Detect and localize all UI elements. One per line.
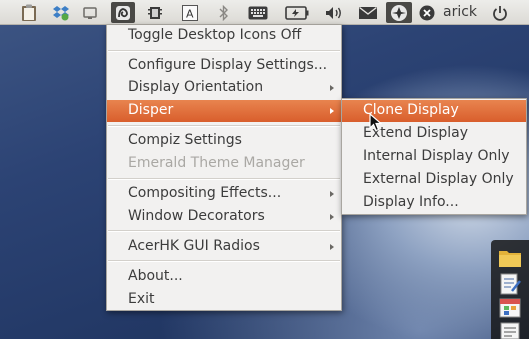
submenu-arrow-icon (330, 108, 334, 114)
text-document-icon[interactable] (498, 322, 522, 343)
screen-icon[interactable] (80, 2, 100, 23)
system-tray-icon[interactable] (111, 2, 135, 23)
menu-item-compositing-effects[interactable]: Compositing Effects... (107, 183, 341, 205)
system-tray-menu: Toggle Desktop Icons Off Configure Displ… (106, 25, 342, 311)
menu-separator (108, 50, 340, 52)
power-icon[interactable] (489, 2, 511, 23)
submenu-item-label: Internal Display Only (363, 148, 510, 164)
svg-text:A: A (186, 7, 194, 20)
menu-item-acerhk-gui-radios[interactable]: AcerHK GUI Radios (107, 236, 341, 258)
chip-icon[interactable] (145, 2, 165, 23)
menu-item-label: AcerHK GUI Radios (128, 238, 260, 254)
clipboard-icon[interactable] (18, 2, 40, 23)
gnome-do-icon[interactable] (386, 2, 412, 23)
menu-item-configure-display[interactable]: Configure Display Settings... (107, 55, 341, 77)
mouse-cursor-icon (369, 112, 383, 136)
menu-item-label: Compositing Effects... (128, 185, 282, 201)
spreadsheet-icon[interactable] (498, 298, 522, 322)
volume-icon[interactable] (322, 2, 346, 23)
menu-item-label: Exit (128, 291, 155, 307)
menu-item-label: Toggle Desktop Icons Off (128, 27, 302, 43)
submenu-item-label: Display Info... (363, 194, 459, 210)
menu-item-label: Display Orientation (128, 79, 264, 95)
menu-item-label: Disper (128, 102, 174, 118)
menu-item-label: Configure Display Settings... (128, 57, 328, 73)
user-name[interactable]: arick (443, 4, 477, 20)
menu-item-toggle-desktop-icons[interactable]: Toggle Desktop Icons Off (107, 25, 341, 47)
keyboard-icon[interactable] (246, 2, 270, 23)
bluetooth-icon[interactable] (214, 2, 234, 23)
menu-item-label: Window Decorators (128, 208, 265, 224)
submenu-item-display-info[interactable]: Display Info... (342, 192, 526, 214)
submenu-item-internal-display-only[interactable]: Internal Display Only (342, 146, 526, 168)
folder-icon[interactable] (498, 248, 522, 272)
menu-item-display-orientation[interactable]: Display Orientation (107, 77, 341, 99)
dock (491, 240, 529, 340)
menu-item-label: About... (128, 268, 183, 284)
submenu-item-external-display-only[interactable]: External Display Only (342, 169, 526, 191)
menu-item-exit[interactable]: Exit (107, 289, 341, 311)
menu-item-label: Compiz Settings (128, 132, 242, 148)
submenu-arrow-icon (330, 191, 334, 197)
menu-item-emerald-theme-manager: Emerald Theme Manager (107, 153, 341, 175)
mail-icon[interactable] (356, 2, 380, 23)
text-icon[interactable]: A (180, 2, 200, 23)
menu-separator (108, 125, 340, 127)
top-panel: A arick (0, 0, 529, 25)
menu-item-about[interactable]: About... (107, 266, 341, 288)
menu-separator (108, 178, 340, 180)
document-edit-icon[interactable] (498, 273, 522, 299)
user-status-icon[interactable] (416, 2, 438, 23)
menu-item-compiz-settings[interactable]: Compiz Settings (107, 130, 341, 152)
submenu-arrow-icon (330, 85, 334, 91)
submenu-item-label: External Display Only (363, 171, 514, 187)
battery-icon[interactable] (283, 2, 311, 23)
menu-separator (108, 230, 340, 232)
menu-separator (108, 260, 340, 262)
submenu-arrow-icon (330, 244, 334, 250)
menu-item-label: Emerald Theme Manager (128, 155, 305, 171)
dropbox-icon[interactable] (50, 2, 72, 23)
submenu-arrow-icon (330, 214, 334, 220)
menu-item-disper[interactable]: Disper (107, 100, 341, 122)
menu-item-window-decorators[interactable]: Window Decorators (107, 206, 341, 228)
